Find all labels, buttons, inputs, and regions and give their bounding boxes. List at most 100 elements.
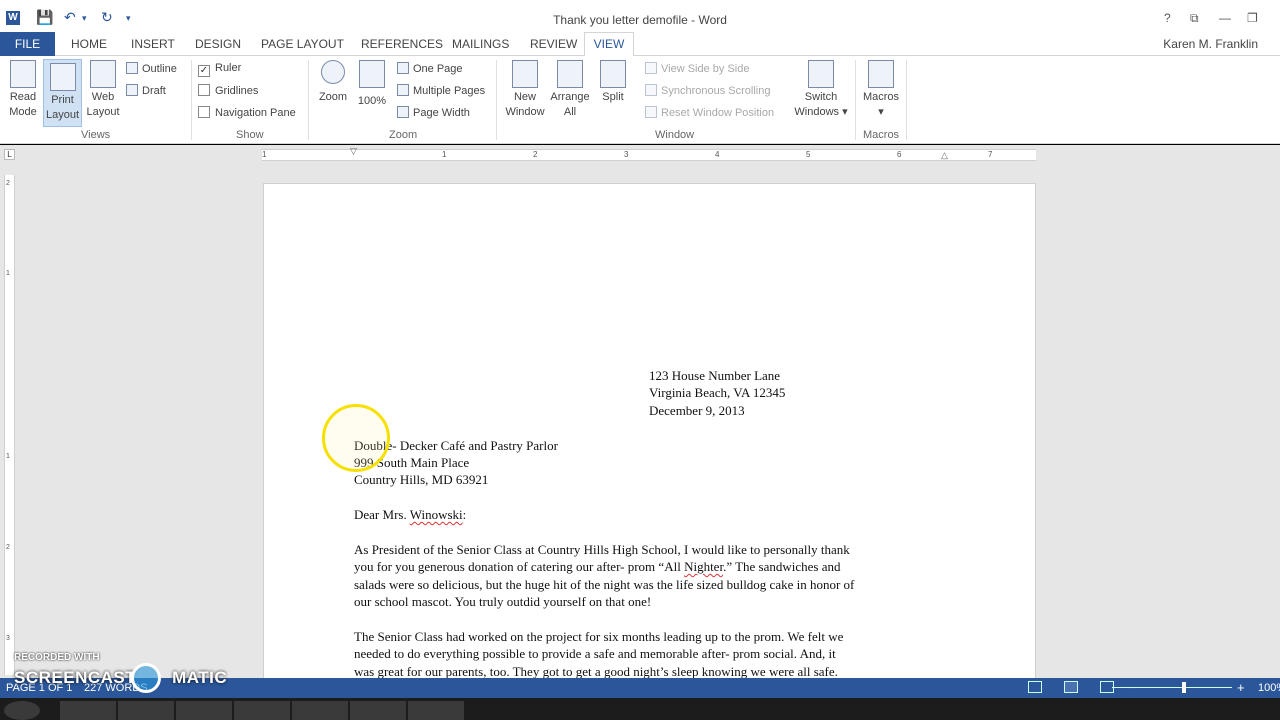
- document-workspace[interactable]: L 1 1 2 3 4 5 6 7 ▽ △ 2 1 1 2 3 123 Hous…: [0, 145, 1280, 678]
- tab-view[interactable]: VIEW: [584, 32, 634, 57]
- switch-windows-icon: [808, 60, 834, 88]
- web-layout-button[interactable]: Web Layout: [84, 60, 122, 120]
- print-layout-button[interactable]: Print Layout: [43, 59, 82, 127]
- tab-insert[interactable]: INSERT: [131, 37, 175, 51]
- group-label-macros: Macros: [863, 129, 900, 141]
- user-account[interactable]: Karen M. Franklin: [1163, 37, 1258, 51]
- paragraph-line: salads were so delicious, but the huge h…: [354, 577, 855, 592]
- gridlines-checkbox[interactable]: Gridlines: [198, 84, 258, 97]
- salutation: Dear Mrs. Winowski:: [354, 507, 467, 522]
- print-layout-icon: [49, 63, 76, 91]
- paragraph-line: you for you generous donation of caterin…: [354, 559, 841, 574]
- window-title: Thank you letter demofile - Word: [553, 13, 727, 27]
- zoom-slider-thumb[interactable]: [1182, 682, 1186, 693]
- arrange-all-icon: [557, 60, 583, 88]
- group-separator: [906, 60, 907, 140]
- group-label-show: Show: [236, 129, 264, 141]
- split-icon: [600, 60, 626, 88]
- watermark-recorded-with: RECORDED WITH: [14, 652, 100, 663]
- web-layout-icon: [90, 60, 116, 88]
- taskbar-app[interactable]: [408, 701, 464, 720]
- arrange-all-button[interactable]: Arrange All: [548, 60, 592, 120]
- zoom-slider[interactable]: [1112, 687, 1232, 688]
- magnifier-icon: [321, 60, 345, 84]
- tab-selector[interactable]: L: [4, 149, 15, 160]
- group-separator: [191, 60, 192, 140]
- ribbon-view: Read Mode Print Layout Web Layout Outlin…: [0, 56, 1280, 144]
- tab-design[interactable]: DESIGN: [195, 37, 241, 51]
- page-width-button[interactable]: Page Width: [397, 106, 470, 119]
- help-icon[interactable]: ?: [1164, 11, 1171, 25]
- zoom-level[interactable]: 100%: [1258, 682, 1280, 694]
- group-separator: [855, 60, 856, 140]
- taskbar: [0, 698, 1280, 720]
- zoom-in-button[interactable]: +: [1237, 680, 1245, 695]
- letter-date: December 9, 2013: [649, 403, 745, 418]
- tab-references[interactable]: REFERENCES: [361, 37, 443, 51]
- synchronous-scrolling-button[interactable]: Synchronous Scrolling: [645, 84, 770, 97]
- macros-button[interactable]: Macros ▾: [860, 60, 902, 120]
- zoom-100-button[interactable]: 100%: [354, 60, 390, 109]
- draft-button[interactable]: Draft: [126, 84, 166, 97]
- one-page-button[interactable]: One Page: [397, 62, 463, 75]
- outline-button[interactable]: Outline: [126, 62, 177, 75]
- group-separator: [496, 60, 497, 140]
- group-label-views: Views: [81, 129, 111, 141]
- start-button[interactable]: [4, 701, 40, 720]
- tab-review[interactable]: REVIEW: [530, 37, 577, 51]
- taskbar-app[interactable]: [118, 701, 174, 720]
- spelling-error-word[interactable]: Nighter: [684, 559, 723, 574]
- group-separator: [308, 60, 309, 140]
- paragraph-line: needed to do everything possible to prov…: [354, 646, 836, 661]
- taskbar-app[interactable]: [292, 701, 348, 720]
- screencast-logo-icon: [131, 663, 161, 693]
- paragraph-line: our school mascot. You truly outdid your…: [354, 594, 652, 609]
- taskbar-app[interactable]: [176, 701, 232, 720]
- navigation-pane-checkbox[interactable]: Navigation Pane: [198, 106, 296, 119]
- draft-icon: [126, 84, 138, 96]
- paragraph-line: was great for our parents, too. They got…: [354, 664, 838, 678]
- ribbon-display-options-icon[interactable]: ⧉: [1190, 11, 1199, 26]
- recipient-city: Country Hills, MD 63921: [354, 472, 489, 487]
- side-by-side-icon: [645, 62, 657, 74]
- paragraph-line: As President of the Senior Class at Coun…: [354, 542, 850, 557]
- checkmark-icon: ✓: [198, 65, 210, 77]
- minimize-icon[interactable]: —: [1219, 11, 1231, 25]
- read-mode-view-icon[interactable]: [1028, 681, 1042, 693]
- right-indent-marker[interactable]: △: [941, 150, 948, 161]
- read-mode-button[interactable]: Read Mode: [4, 60, 42, 120]
- taskbar-app[interactable]: [350, 701, 406, 720]
- view-side-by-side-button[interactable]: View Side by Side: [645, 62, 749, 75]
- reset-window-position-button[interactable]: Reset Window Position: [645, 106, 774, 119]
- tab-file[interactable]: FILE: [0, 32, 55, 56]
- multiple-pages-button[interactable]: Multiple Pages: [397, 84, 485, 97]
- outline-icon: [126, 62, 138, 74]
- new-window-button[interactable]: New Window: [503, 60, 547, 120]
- group-label-window: Window: [655, 129, 695, 141]
- tab-mailings[interactable]: MAILINGS: [452, 37, 509, 51]
- first-line-indent-marker[interactable]: ▽: [350, 146, 357, 157]
- mouse-highlight-ring: [322, 404, 390, 472]
- sender-address-line: 123 House Number Lane: [649, 368, 781, 383]
- spelling-error-name[interactable]: Winowski: [410, 507, 463, 522]
- sync-scrolling-icon: [645, 84, 657, 96]
- sender-city-line: Virginia Beach, VA 12345: [649, 385, 786, 400]
- split-button[interactable]: Split: [594, 60, 632, 105]
- taskbar-app[interactable]: [60, 701, 116, 720]
- new-window-icon: [512, 60, 538, 88]
- zoom-button[interactable]: Zoom: [313, 60, 353, 105]
- restore-icon[interactable]: ❐: [1247, 11, 1258, 25]
- switch-windows-button[interactable]: Switch Windows ▾: [792, 60, 850, 120]
- ribbon-tabs: FILE HOME INSERT DESIGN PAGE LAYOUT REFE…: [0, 32, 1280, 57]
- horizontal-ruler[interactable]: 1 1 2 3 4 5 6 7 ▽ △: [262, 146, 1036, 161]
- taskbar-app[interactable]: [234, 701, 290, 720]
- ruler-checkbox[interactable]: ✓ Ruler: [198, 62, 241, 77]
- one-page-icon: [397, 62, 409, 74]
- read-mode-icon: [10, 60, 36, 88]
- tab-page-layout[interactable]: PAGE LAYOUT: [261, 37, 344, 51]
- page-width-icon: [397, 106, 409, 118]
- tab-home[interactable]: HOME: [71, 37, 107, 51]
- paragraph-line: The Senior Class had worked on the proje…: [354, 629, 844, 644]
- print-layout-view-icon[interactable]: [1064, 681, 1078, 693]
- reset-position-icon: [645, 106, 657, 118]
